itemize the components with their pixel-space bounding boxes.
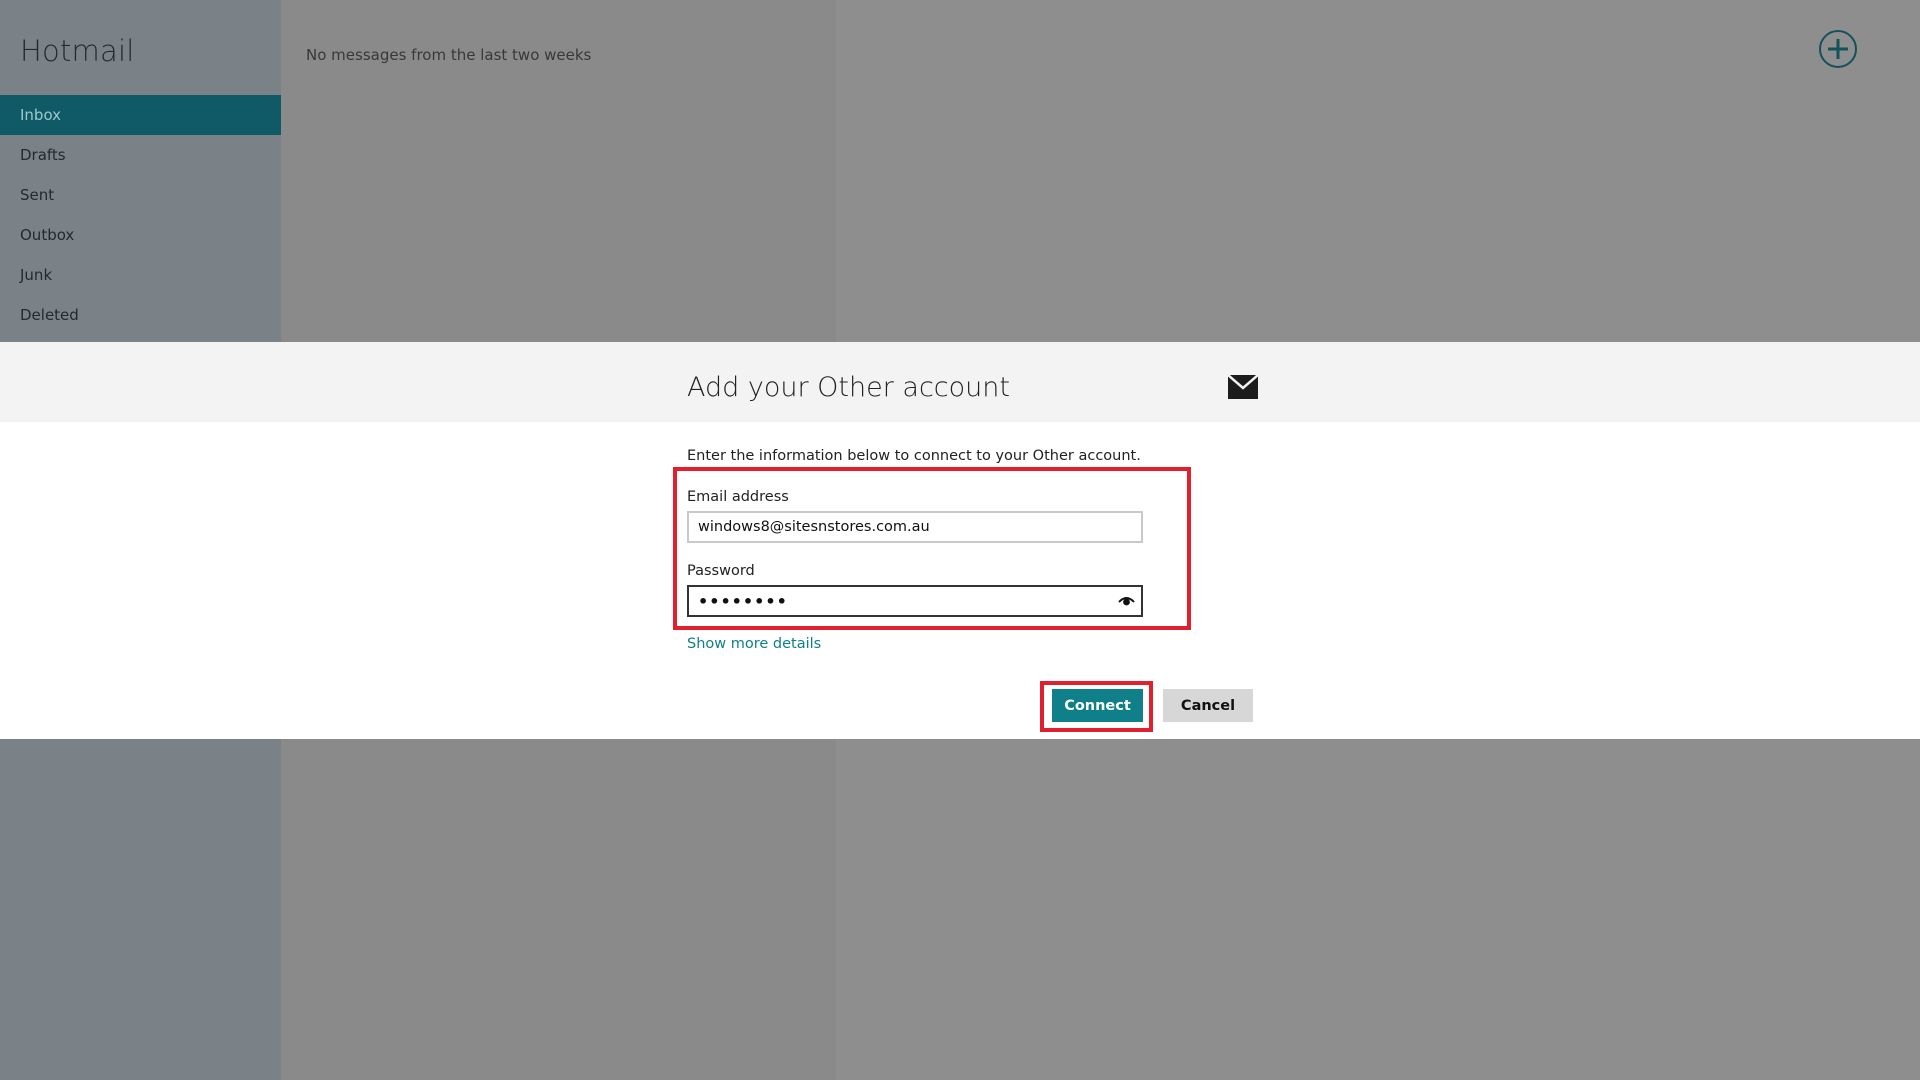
password-field[interactable]	[687, 585, 1143, 617]
folder-list: Inbox Drafts Sent Outbox Junk Deleted	[0, 95, 281, 335]
sidebar-item-outbox[interactable]: Outbox	[0, 215, 281, 255]
empty-message-text: No messages from the last two weeks	[306, 46, 592, 64]
password-label: Password	[687, 563, 755, 579]
app-title: Hotmail	[20, 34, 135, 68]
dialog-description: Enter the information below to connect t…	[687, 448, 1141, 464]
eye-icon[interactable]	[1118, 595, 1135, 607]
sidebar-item-drafts[interactable]: Drafts	[0, 135, 281, 175]
mail-app: Hotmail Inbox Drafts Sent Outbox Junk De…	[0, 0, 1920, 1080]
connect-button[interactable]: Connect	[1052, 689, 1143, 722]
email-field[interactable]	[687, 511, 1143, 543]
plus-circle-icon[interactable]	[1819, 30, 1857, 68]
mail-icon	[1228, 375, 1258, 399]
sidebar-item-deleted[interactable]: Deleted	[0, 295, 281, 335]
add-account-dialog: Add your Other account Enter the informa…	[0, 342, 1920, 739]
sidebar-item-inbox[interactable]: Inbox	[0, 95, 281, 135]
sidebar-item-sent[interactable]: Sent	[0, 175, 281, 215]
show-more-details-link[interactable]: Show more details	[687, 636, 821, 652]
sidebar-item-junk[interactable]: Junk	[0, 255, 281, 295]
email-label: Email address	[687, 489, 789, 505]
cancel-button[interactable]: Cancel	[1163, 689, 1253, 722]
dialog-title: Add your Other account	[687, 372, 1010, 403]
